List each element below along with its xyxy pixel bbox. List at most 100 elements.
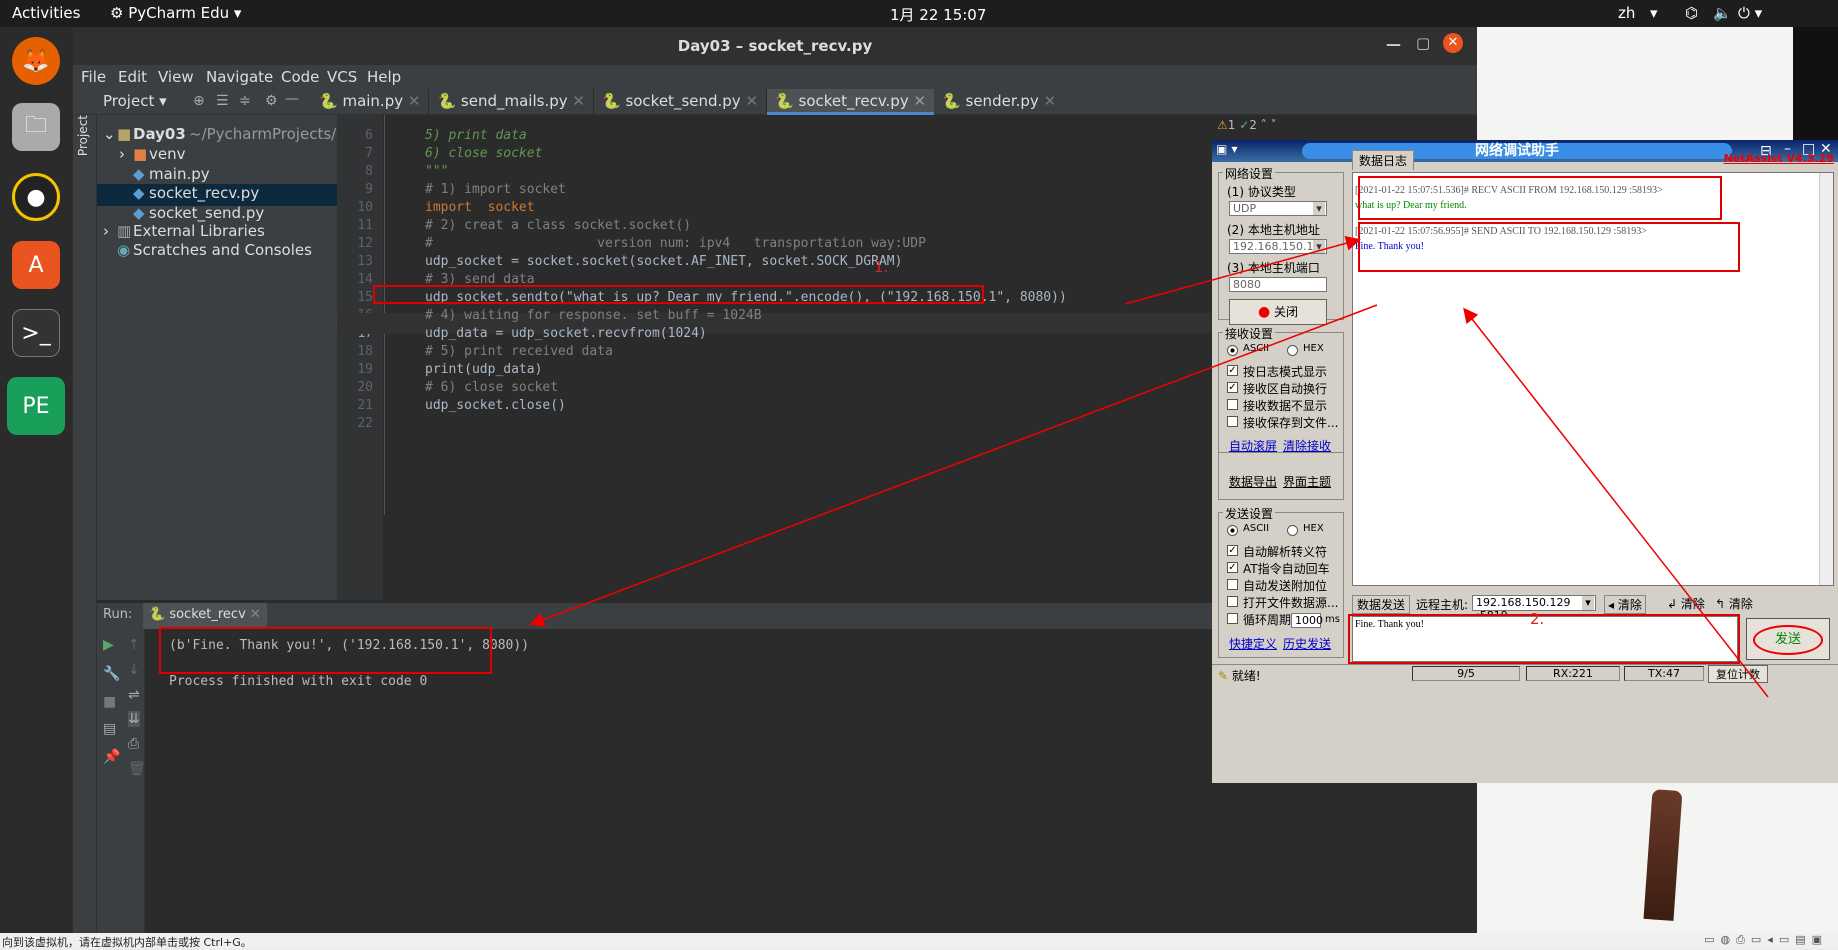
software-icon[interactable]: A [12,241,60,289]
send-option-checkbox[interactable] [1227,596,1238,607]
remote-host-select[interactable]: 192.168.150.129 :5819▾ [1472,595,1596,622]
menu-edit[interactable]: Edit [118,68,147,86]
pin-icon[interactable]: 📌 [103,749,120,765]
recv-hex-radio[interactable] [1287,345,1298,356]
send-ascii-radio[interactable] [1227,525,1238,536]
activities-button[interactable]: Activities [12,4,80,22]
shortcut-link[interactable]: 快捷定义 [1229,635,1277,652]
recv-option-checkbox[interactable]: ✓ [1227,382,1238,393]
soft-wrap-icon[interactable]: ⇌ [128,687,140,703]
tab-sender-py[interactable]: 🐍 sender.py ✕ [934,89,1064,115]
files-icon[interactable]: 🗀 [12,103,60,151]
menu-vcs[interactable]: VCS [327,68,357,86]
app-icon[interactable]: ▣ ▾ [1216,142,1238,156]
send-option-checkbox[interactable] [1227,613,1238,624]
send-option-checkbox[interactable]: ✓ [1227,545,1238,556]
history-link[interactable]: 历史发送 [1283,635,1331,652]
protocol-select[interactable]: UDP ▾ [1229,201,1327,216]
recv-option-checkbox[interactable] [1227,416,1238,427]
stop-icon[interactable]: ■ [103,694,116,710]
project-tool-button[interactable]: Project [76,115,90,156]
network-icon[interactable]: ⌬ [1685,4,1698,22]
power-icon[interactable]: ⏻ ▾ [1738,4,1762,22]
close-connection-button[interactable]: ● 关闭 [1229,299,1327,325]
export-link[interactable]: 数据导出 [1229,473,1277,490]
python-file-icon: ◆ [133,204,145,222]
tab-close-icon[interactable]: ✕ [250,607,261,622]
project-view-selector[interactable]: Project ▾ [103,92,167,110]
scroll-end-icon[interactable]: ⇊ [128,711,140,727]
send-option-checkbox[interactable]: ✓ [1227,562,1238,573]
theme-link[interactable]: 界面主题 [1283,473,1331,490]
host-value: 192.168.150.1 [1233,240,1314,253]
trash-icon[interactable]: 🗑 [128,761,146,777]
language-indicator[interactable]: zh [1618,4,1635,22]
print-icon[interactable]: ⎙ [128,736,139,752]
rhythmbox-icon[interactable]: ● [12,173,60,221]
log-tab[interactable]: 数据日志 [1352,150,1415,170]
clear-all-button[interactable]: ↰ 清除 [1712,595,1756,612]
arrow-up-icon[interactable]: ↑ [128,637,140,653]
locate-icon[interactable]: ⊕ [193,93,205,109]
app-menu[interactable]: ⚙ PyCharm Edu ▾ [110,4,241,22]
send-hex-radio[interactable] [1287,525,1298,536]
menu-help[interactable]: Help [367,68,401,86]
desktop-dark-corner [1793,27,1838,140]
collapse-all-icon[interactable]: ≑ [239,93,251,109]
send-hex-label: HEX [1303,523,1324,534]
inspection-widget[interactable]: ⚠1 ✓2 ˄ ˅ [1217,118,1277,132]
send-tab[interactable]: 数据发送 [1352,595,1411,614]
send-button-label: 发送 [1753,625,1823,655]
tab-main-py[interactable]: 🐍 main.py ✕ [311,89,430,115]
brand-link[interactable]: NetAssist V4.3.29 [1724,152,1834,165]
recv-option-checkbox[interactable]: ✓ [1227,365,1238,376]
maximize-icon[interactable]: ▢ [1416,34,1430,52]
status-icon: ✎ [1218,669,1229,683]
reset-count-button[interactable]: 复位计数 [1708,665,1768,683]
host-select[interactable]: 192.168.150.1 ▾ [1229,239,1327,254]
port-input[interactable]: 8080 [1229,277,1327,292]
run-tab[interactable]: 🐍 socket_recv ✕ [143,603,267,629]
recv-option-checkbox[interactable] [1227,399,1238,410]
tree-item-venv[interactable]: › ■ venv [97,145,337,167]
recv-option-label: 接收保存到文件... [1243,416,1339,430]
wrench-icon[interactable]: 🔧 [103,666,120,682]
tab-close-icon[interactable]: ✕ [408,92,421,110]
tab-close-icon[interactable]: ✕ [1044,92,1057,110]
ms-label: ms [1325,614,1340,625]
hide-panel-icon[interactable]: — [285,91,299,107]
tab-close-icon[interactable]: ✕ [572,92,585,110]
tab-close-icon[interactable]: ✕ [745,92,758,110]
expand-all-icon[interactable]: ☰ [216,93,229,109]
tree-item-day03[interactable]: ⌄ ■ Day03 ~/PycharmProjects/Day [97,125,366,147]
menu-navigate[interactable]: Navigate [206,68,273,86]
settings-gear-icon[interactable]: ⚙ [265,93,278,109]
send-button[interactable]: 发送 [1746,618,1830,660]
clear-send-button[interactable]: ↲ 清除 [1664,595,1708,612]
volume-icon[interactable]: 🔈 [1713,4,1732,22]
send-header: 数据发送 远程主机: 192.168.150.129 :5819▾ ◂ 清除 ↲… [1352,592,1834,622]
terminal-icon[interactable]: >_ [12,309,60,357]
layout-icon[interactable]: ▤ [103,721,116,737]
tree-item-scratches[interactable]: ◉ Scratches and Consoles [97,241,337,263]
tab-socket-recv-py[interactable]: 🐍 socket_recv.py ✕ [767,89,935,115]
menu-view[interactable]: View [158,68,194,86]
tab-socket-send-py[interactable]: 🐍 socket_send.py ✕ [594,89,768,115]
send-option-checkbox[interactable] [1227,579,1238,590]
clear-remote-button[interactable]: ◂ 清除 [1604,595,1646,614]
tree-item-socket-recv-py[interactable]: ◆ socket_recv.py [97,184,337,206]
rerun-icon[interactable]: ▶ [103,637,114,653]
tab-send-mails-py[interactable]: 🐍 send_mails.py ✕ [429,89,594,115]
pycharm-dock-icon[interactable]: PE [7,377,65,435]
arrow-down-icon[interactable]: ↓ [128,662,140,678]
firefox-icon[interactable]: 🦊 [12,37,60,85]
minimize-icon[interactable]: — [1386,35,1401,53]
recv-ascii-radio[interactable] [1227,345,1238,356]
tab-close-icon[interactable]: ✕ [913,92,926,110]
period-input[interactable]: 1000 [1291,613,1323,628]
log-scrollbar[interactable] [1819,173,1833,585]
close-icon[interactable]: ✕ [1443,33,1463,53]
clock[interactable]: 1月 22 15:07 [890,4,986,25]
menu-code[interactable]: Code [281,68,319,86]
menu-file[interactable]: File [81,68,106,86]
